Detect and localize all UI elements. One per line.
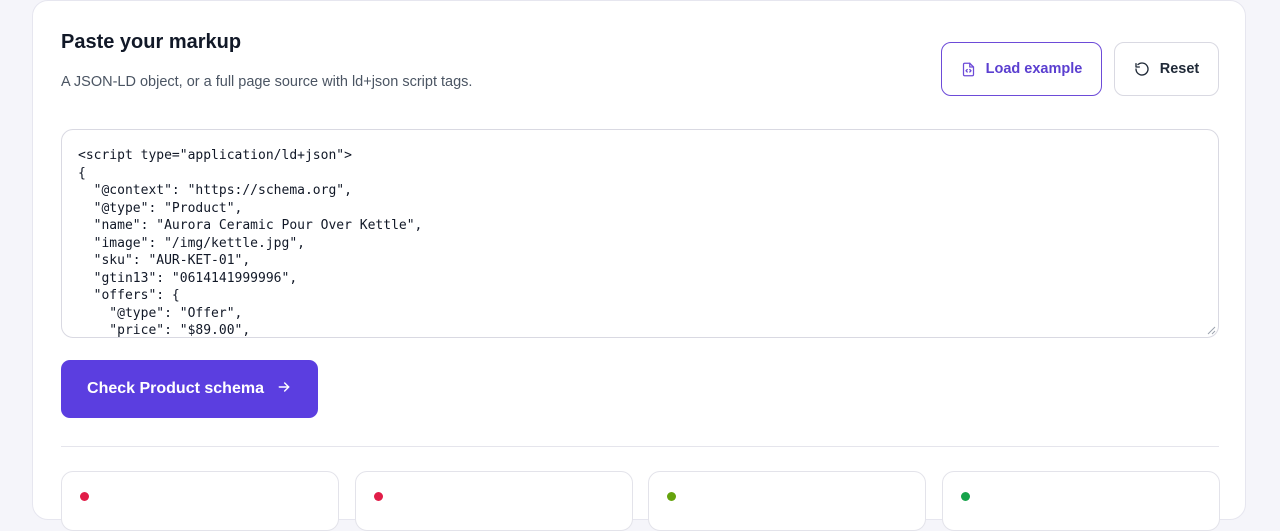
result-card [61, 471, 339, 531]
result-card [942, 471, 1220, 531]
result-card [648, 471, 926, 531]
section-divider [61, 446, 1219, 447]
panel-title: Paste your markup [61, 31, 242, 53]
rotate-ccw-icon [1134, 61, 1150, 77]
check-product-schema-label: Check Product schema [87, 380, 264, 397]
panel-subtitle: A JSON-LD object, or a full page source … [61, 74, 473, 90]
status-dot [961, 492, 970, 501]
markup-panel: Paste your markup A JSON-LD object, or a… [32, 0, 1246, 531]
resize-handle-icon[interactable] [1207, 326, 1216, 335]
markup-textarea[interactable]: <script type="application/ld+json"> { "@… [61, 129, 1219, 338]
status-dot [374, 492, 383, 501]
arrow-right-icon [276, 379, 292, 400]
code-file-icon [961, 62, 976, 77]
markup-code: <script type="application/ld+json"> { "@… [78, 148, 423, 338]
load-example-label: Load example [985, 61, 1083, 77]
status-dot [80, 492, 89, 501]
result-card [355, 471, 633, 531]
reset-button[interactable]: Reset [1114, 42, 1219, 96]
reset-label: Reset [1159, 61, 1200, 77]
status-dot [667, 492, 676, 501]
check-product-schema-button[interactable]: Check Product schema [61, 360, 318, 418]
load-example-button[interactable]: Load example [941, 42, 1102, 96]
